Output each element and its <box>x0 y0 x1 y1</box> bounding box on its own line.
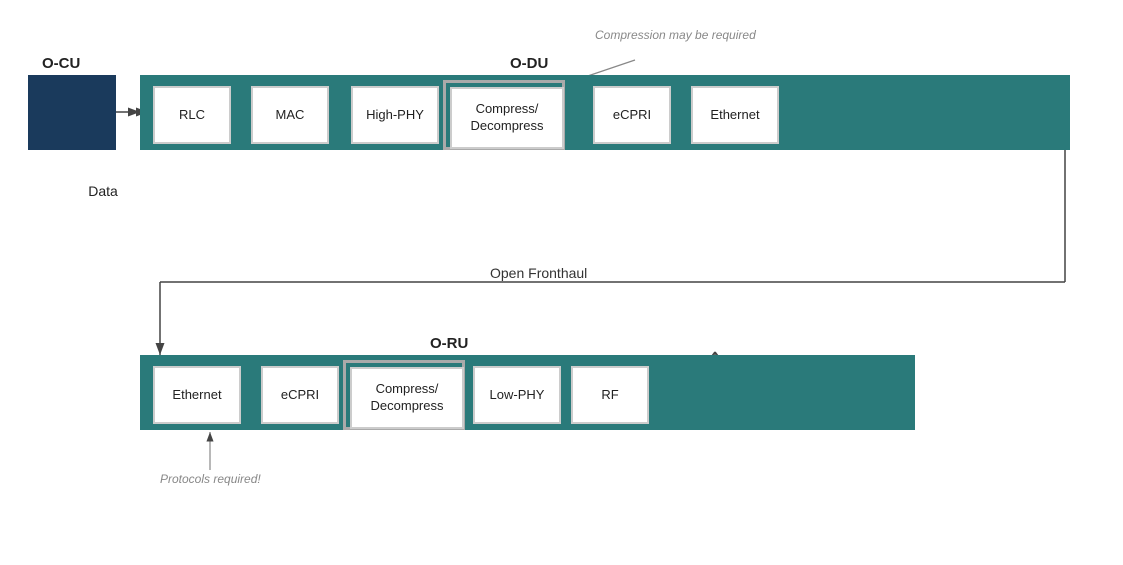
compress-highlight-odu: Compress/ Decompress <box>443 80 565 150</box>
oru-label: O-RU <box>430 335 468 352</box>
ecpri-oru-block: eCPRI <box>261 366 339 424</box>
rlc-block: RLC <box>153 86 231 144</box>
ethernet-oru-block: Ethernet <box>153 366 241 424</box>
rlc-label: RLC <box>179 107 205 124</box>
ecpri-odu-label: eCPRI <box>613 107 651 124</box>
compress-decompress-oru-label: Compress/ Decompress <box>371 381 444 415</box>
high-phy-label: High-PHY <box>366 107 424 124</box>
ethernet-odu-label: Ethernet <box>710 107 759 124</box>
ocu-outer-box: Data <box>28 75 116 150</box>
mac-label: MAC <box>276 107 305 124</box>
compress-decompress-odu-block: Compress/ Decompress <box>450 87 564 149</box>
compress-decompress-oru-block: Compress/ Decompress <box>350 367 464 429</box>
ocu-label: O-CU <box>42 55 80 72</box>
oru-container: Ethernet eCPRI Compress/ Decompress Low-… <box>140 355 915 430</box>
odu-label: O-DU <box>510 55 548 72</box>
ecpri-oru-label: eCPRI <box>281 387 319 404</box>
ethernet-odu-block: Ethernet <box>691 86 779 144</box>
ethernet-oru-label: Ethernet <box>172 387 221 404</box>
ocu-data-block: Data <box>67 161 139 220</box>
ecpri-odu-block: eCPRI <box>593 86 671 144</box>
low-phy-block: Low-PHY <box>473 366 561 424</box>
compress-highlight-oru: Compress/ Decompress <box>343 360 465 430</box>
open-fronthaul-label: Open Fronthaul <box>490 265 587 281</box>
ocu-data-label: Data <box>88 183 118 199</box>
rf-block: RF <box>571 366 649 424</box>
low-phy-label: Low-PHY <box>490 387 545 404</box>
compression-annotation: Compression may be required <box>595 28 756 42</box>
rf-label: RF <box>601 387 618 404</box>
odu-container: RLC MAC High-PHY Compress/ Decompress eC… <box>140 75 1070 150</box>
compress-decompress-odu-label: Compress/ Decompress <box>471 101 544 135</box>
high-phy-block: High-PHY <box>351 86 439 144</box>
protocols-annotation: Protocols required! <box>160 472 261 486</box>
mac-block: MAC <box>251 86 329 144</box>
diagram-container: O-CU Data O-DU RLC MAC High-PHY Compress… <box>0 0 1123 565</box>
